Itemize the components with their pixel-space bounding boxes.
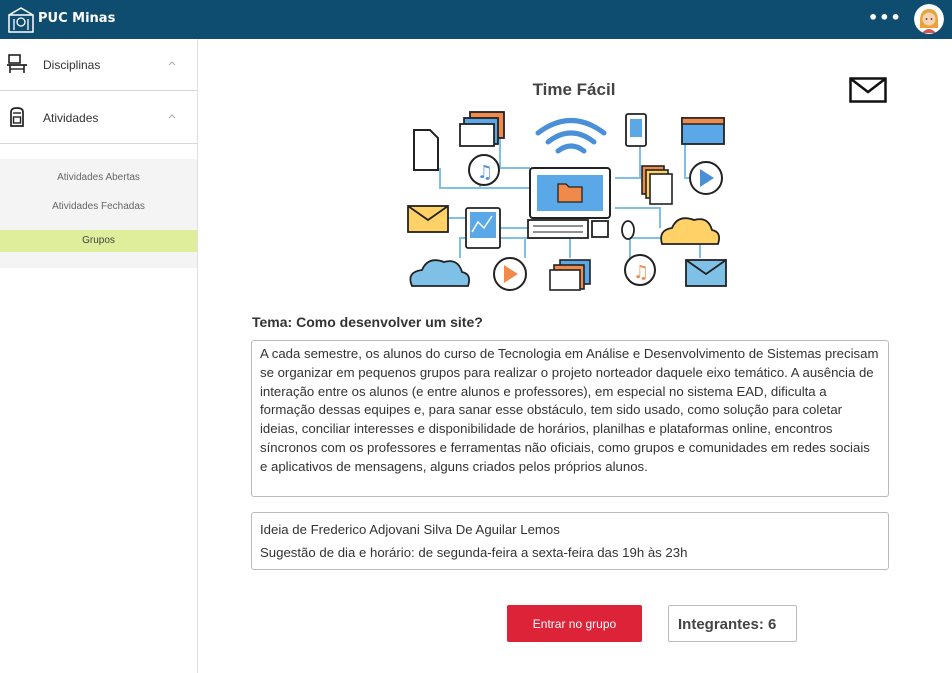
idea-box: Ideia de Frederico Adjovani Silva De Agu…: [251, 512, 889, 570]
tema-heading: Tema: Como desenvolver um site?: [252, 314, 483, 330]
atividades-submenu: Atividades Abertas Atividades Fechadas G…: [0, 159, 197, 268]
chevron-up-icon[interactable]: [167, 112, 177, 120]
puc-minas-crest-icon[interactable]: [6, 5, 36, 35]
description-text: A cada semestre, os alunos do curso de T…: [260, 346, 879, 474]
idea-schedule: Sugestão de dia e horário: de segunda-fe…: [260, 545, 688, 560]
sidebar-item-label: Disciplinas: [43, 58, 101, 72]
submenu-item-atividades-fechadas[interactable]: Atividades Fechadas: [0, 196, 197, 218]
chevron-up-icon[interactable]: [167, 59, 177, 67]
svg-text:♫: ♫: [633, 262, 649, 283]
sidebar-item-disciplinas[interactable]: Disciplinas: [0, 39, 197, 91]
network-illustration: ♫ ♫: [407, 111, 727, 291]
members-count: Integrantes: 6: [668, 605, 797, 642]
join-group-button[interactable]: Entrar no grupo: [507, 605, 642, 642]
user-avatar-icon[interactable]: [914, 4, 944, 34]
submenu-item-grupos[interactable]: Grupos: [0, 230, 197, 252]
page-title: Time Fácil: [532, 80, 616, 99]
top-bar: PUC Minas •••: [0, 0, 952, 39]
more-options-icon[interactable]: •••: [868, 8, 902, 27]
submenu-item-atividades-abertas[interactable]: Atividades Abertas: [0, 167, 197, 189]
brand-name: PUC Minas: [38, 11, 116, 26]
sidebar-item-atividades[interactable]: Atividades: [0, 92, 197, 144]
sidebar: Disciplinas Atividades Atividades Aberta…: [0, 39, 198, 673]
svg-text:♫: ♫: [477, 162, 493, 183]
desk-chair-icon: [7, 54, 27, 73]
backpack-icon: [10, 107, 24, 127]
description-box: A cada semestre, os alunos do curso de T…: [251, 340, 889, 497]
sidebar-item-label: Atividades: [43, 111, 99, 125]
idea-author: Ideia de Frederico Adjovani Silva De Agu…: [260, 522, 560, 537]
envelope-icon[interactable]: [849, 77, 887, 103]
